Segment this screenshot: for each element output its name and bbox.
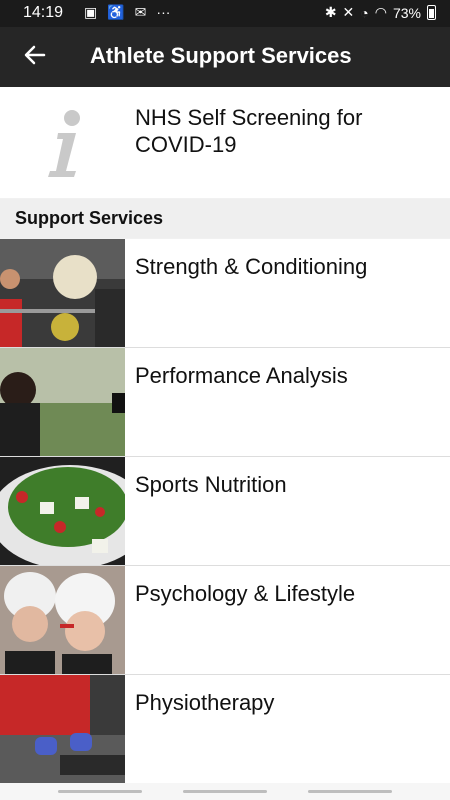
service-psychology-lifestyle[interactable]: Psychology & Lifestyle bbox=[0, 566, 450, 675]
service-label: Physiotherapy bbox=[135, 690, 275, 715]
photo-icon: ▣ bbox=[84, 4, 98, 20]
strength-conditioning-thumbnail bbox=[0, 239, 125, 347]
nav-recent-apps[interactable] bbox=[58, 790, 142, 793]
psychology-lifestyle-thumbnail bbox=[0, 566, 125, 674]
accessibility-icon: ♿ bbox=[107, 4, 125, 20]
service-label: Psychology & Lifestyle bbox=[135, 581, 356, 606]
service-sports-nutrition[interactable]: Sports Nutrition bbox=[0, 457, 450, 566]
status-time: 14:19 bbox=[23, 4, 64, 21]
status-bar: 14:19 ▣ ♿ ✉ ··· ✱ ✕ ◔ ◠ 73% bbox=[0, 0, 450, 27]
covid-screening-label: NHS Self Screening for COVID-19 bbox=[135, 105, 363, 157]
section-header-label: Support Services bbox=[15, 208, 164, 228]
info-icon bbox=[48, 110, 80, 177]
alarm-icon: ◔ bbox=[360, 4, 369, 21]
covid-screening-item[interactable]: NHS Self Screening for COVID-19 bbox=[0, 87, 450, 198]
system-nav-bar bbox=[0, 783, 450, 800]
nav-home[interactable] bbox=[183, 790, 267, 793]
service-label: Performance Analysis bbox=[135, 363, 348, 388]
physiotherapy-thumbnail bbox=[0, 675, 125, 783]
status-icons-left: ▣ ♿ ✉ ··· bbox=[84, 4, 170, 21]
section-header: Support Services bbox=[0, 199, 450, 238]
status-icons-right: ✱ ✕ ◔ ◠ 73% bbox=[325, 4, 436, 21]
back-arrow-icon bbox=[24, 45, 46, 65]
service-physiotherapy[interactable]: Physiotherapy bbox=[0, 675, 450, 784]
battery-percent: 73% bbox=[392, 4, 421, 21]
voicemail-icon: ✉ bbox=[134, 4, 147, 20]
service-strength-conditioning[interactable]: Strength & Conditioning bbox=[0, 239, 450, 348]
back-button[interactable] bbox=[20, 40, 50, 70]
more-dots-icon: ··· bbox=[156, 4, 171, 20]
performance-analysis-thumbnail bbox=[0, 348, 125, 456]
service-label: Strength & Conditioning bbox=[135, 254, 368, 279]
service-performance-analysis[interactable]: Performance Analysis bbox=[0, 348, 450, 457]
mute-icon: ✕ bbox=[342, 4, 355, 20]
battery-icon bbox=[427, 5, 436, 20]
page-title: Athlete Support Services bbox=[90, 43, 352, 68]
wifi-icon: ◠ bbox=[374, 4, 387, 20]
bluetooth-icon: ✱ bbox=[324, 4, 337, 20]
sports-nutrition-thumbnail bbox=[0, 457, 125, 565]
app-bar: Athlete Support Services bbox=[0, 27, 450, 87]
service-label: Sports Nutrition bbox=[135, 472, 287, 497]
nav-back[interactable] bbox=[308, 790, 392, 793]
